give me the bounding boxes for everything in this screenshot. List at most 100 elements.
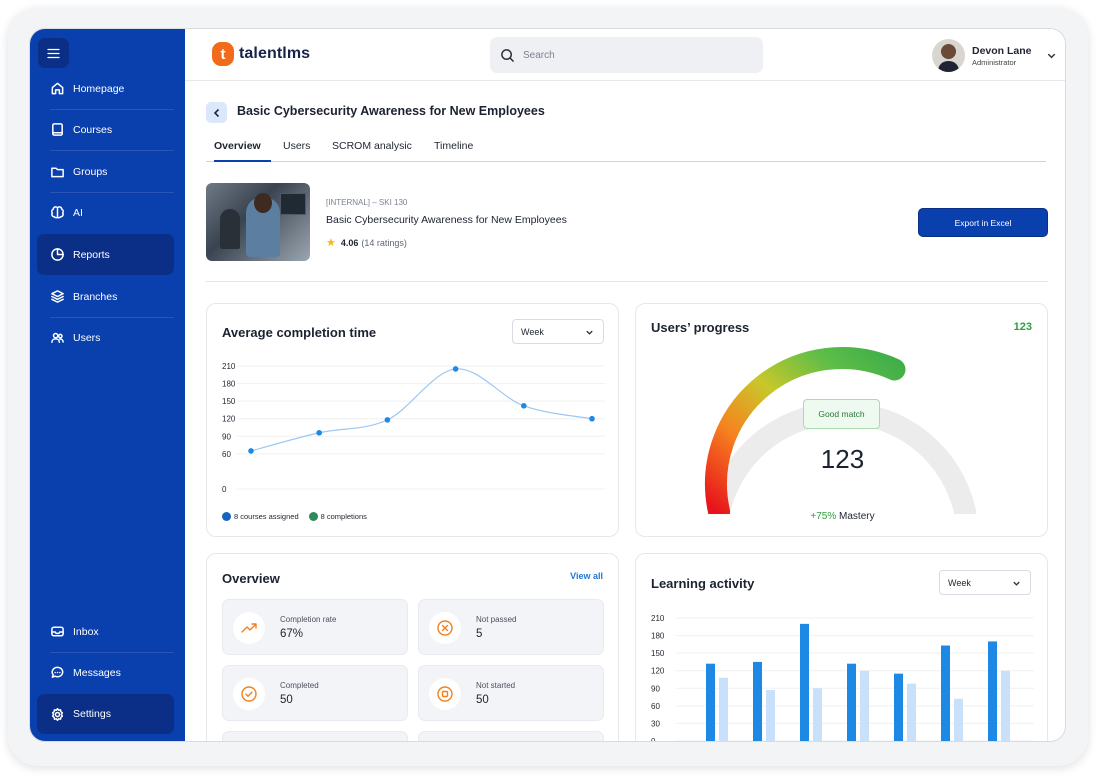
- users-progress-card: Users’ progress 123 Good match 123 +75% …: [635, 303, 1048, 537]
- star-icon: ★: [326, 237, 336, 249]
- sidebar-item-reports[interactable]: Reports: [37, 234, 174, 275]
- bar: [1001, 670, 1010, 741]
- pie-chart-icon: [51, 248, 64, 261]
- chevron-down-icon: [1047, 53, 1055, 59]
- y-tick-label: 0: [651, 737, 656, 742]
- y-tick-label: 60: [222, 450, 231, 459]
- sidebar-item-homepage[interactable]: Homepage: [37, 68, 174, 109]
- course-code: [INTERNAL] – SKI 130: [326, 198, 408, 207]
- legend-item: 8 courses assigned: [222, 512, 299, 521]
- chevron-down-icon: [586, 330, 593, 335]
- period-select-value: Week: [948, 577, 971, 588]
- bar: [954, 698, 963, 741]
- sidebar-item-branches[interactable]: Branches: [37, 276, 174, 317]
- period-select-value: Week: [521, 326, 544, 337]
- bar: [719, 677, 728, 741]
- stat-card: [222, 731, 408, 741]
- y-tick-label: 150: [222, 397, 236, 406]
- view-all-link[interactable]: View all: [570, 571, 603, 581]
- user-menu[interactable]: Devon Lane Administrator: [932, 39, 1057, 72]
- progress-value: 123: [820, 444, 865, 474]
- bar-chart: 0 30 60 90 120 150 180 210: [651, 614, 1034, 742]
- y-tick-label: 120: [222, 415, 236, 424]
- search-input[interactable]: [523, 49, 743, 61]
- search-icon: [501, 48, 514, 62]
- folder-icon: [51, 167, 64, 178]
- card-title: Learning activity: [651, 576, 755, 591]
- sidebar-item-label: Groups: [73, 165, 108, 178]
- data-point: [589, 415, 595, 422]
- y-tick-label: 210: [651, 614, 665, 623]
- stop-circle-icon: [437, 686, 453, 702]
- period-select[interactable]: Week: [512, 319, 604, 344]
- data-point: [521, 403, 527, 409]
- sidebar-item-users[interactable]: Users: [37, 317, 174, 358]
- rating-count: (14 ratings): [361, 237, 407, 248]
- y-tick-label: 120: [651, 667, 665, 676]
- data-point: [384, 417, 391, 423]
- bar: [753, 661, 762, 741]
- page-title: Basic Cybersecurity Awareness for New Em…: [237, 104, 545, 118]
- legend-item: 8 completions: [308, 512, 367, 521]
- chart-legend: 8 courses assigned 8 completions: [222, 512, 377, 521]
- tab-users[interactable]: Users: [283, 140, 310, 162]
- bar: [706, 663, 715, 741]
- app-window: Homepage Courses Groups AI Reports Branc…: [29, 28, 1066, 742]
- period-select[interactable]: Week: [939, 570, 1031, 595]
- course-name: Basic Cybersecurity Awareness for New Em…: [326, 214, 567, 226]
- y-tick-label: 0: [222, 485, 227, 494]
- card-title: Average completion time: [222, 325, 377, 340]
- stat-not-started: Not started 50: [418, 665, 604, 721]
- y-tick-label: 30: [651, 719, 660, 728]
- search-bar[interactable]: [490, 37, 763, 73]
- sidebar-item-groups[interactable]: Groups: [37, 151, 174, 192]
- gear-icon: [51, 707, 64, 721]
- top-bar: t talentlms Devon Lane Administrator: [185, 29, 1065, 81]
- bar: [766, 690, 775, 741]
- tab-timeline[interactable]: Timeline: [434, 140, 473, 162]
- stat-completed: Completed 50: [222, 665, 408, 721]
- home-icon: [51, 82, 64, 95]
- y-tick-label: 90: [222, 432, 231, 441]
- sidebar-item-label: Inbox: [73, 625, 99, 638]
- data-point: [248, 448, 254, 454]
- sidebar-item-messages[interactable]: Messages: [37, 652, 174, 693]
- bar: [941, 645, 950, 741]
- course-thumbnail: [206, 183, 310, 261]
- menu-button[interactable]: [38, 38, 69, 68]
- sidebar-item-inbox[interactable]: Inbox: [37, 611, 174, 652]
- overview-card: Overview View all Completion rate 67% No…: [206, 553, 619, 741]
- bar: [988, 641, 997, 741]
- logo-mark: t: [212, 42, 234, 66]
- y-tick-label: 90: [651, 684, 660, 693]
- progress-gauge: [705, 347, 976, 514]
- trend-up-icon: [241, 623, 257, 633]
- tab-scrom-analysis[interactable]: SCROM analysic: [332, 140, 412, 162]
- data-point: [316, 429, 322, 436]
- data-point: [452, 366, 459, 372]
- sidebar-item-label: Messages: [73, 666, 121, 679]
- progress-count: 123: [1013, 321, 1032, 333]
- sidebar-item-label: Reports: [73, 248, 110, 261]
- x-circle-icon: [437, 620, 453, 636]
- bar: [907, 683, 916, 741]
- sidebar-item-settings[interactable]: Settings: [37, 694, 174, 734]
- export-excel-button[interactable]: Export in Excel: [918, 208, 1048, 237]
- tab-bar: Overview Users SCROM analysic Timeline: [206, 135, 1046, 162]
- logo[interactable]: t talentlms: [212, 42, 310, 66]
- sidebar-item-ai[interactable]: AI: [37, 192, 174, 233]
- tab-overview[interactable]: Overview: [214, 140, 271, 162]
- sidebar-item-label: Courses: [73, 123, 113, 136]
- avatar: [932, 39, 965, 72]
- sidebar-item-label: Homepage: [73, 82, 125, 95]
- completion-time-card: Average completion time Week 0 60 90 120 150…: [206, 303, 619, 537]
- sidebar-item-label: AI: [73, 206, 83, 219]
- divider: [206, 281, 1048, 282]
- logo-text: talentlms: [239, 45, 311, 62]
- hamburger-icon: [47, 48, 60, 58]
- bar: [800, 623, 809, 741]
- sidebar-item-courses[interactable]: Courses: [37, 109, 174, 150]
- mastery-label: +75% Mastery: [810, 511, 875, 522]
- series-line: [250, 368, 593, 452]
- back-button[interactable]: [206, 102, 227, 123]
